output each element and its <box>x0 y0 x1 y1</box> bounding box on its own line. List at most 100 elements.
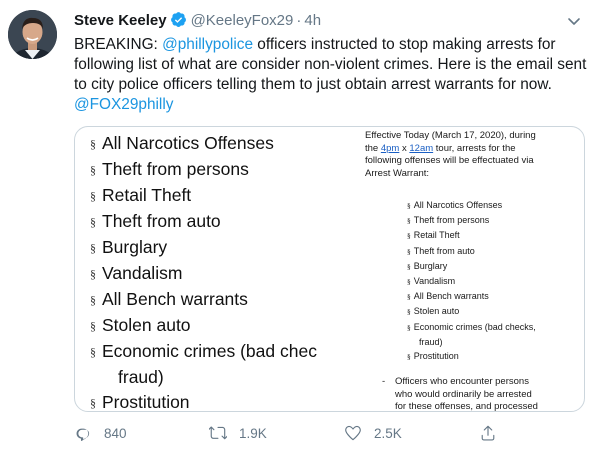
list-item-text: Vandalism <box>413 276 456 287</box>
memo-text: tour, arrests for the <box>433 142 516 154</box>
section-symbol: § <box>90 189 96 203</box>
section-symbol: § <box>90 293 96 307</box>
separator-dot: · <box>296 12 302 29</box>
memo-line: following offenses will be effectuated v… <box>365 155 534 166</box>
memo-line: for these offenses, and processed <box>395 401 538 412</box>
memo-bullet: - <box>382 376 386 387</box>
list-item-text: Retail Theft <box>102 185 192 205</box>
memo-line: who would ordinarily be arrested <box>395 388 532 400</box>
tweet-text: BREAKING: @phillypolice officers instruc… <box>74 35 594 115</box>
list-item-text: Theft from auto <box>102 211 221 231</box>
list-item: § Stolen auto <box>90 313 340 339</box>
mention-link[interactable]: @phillypolice <box>162 36 253 53</box>
list-item: § Retail Theft <box>407 228 582 243</box>
tweet-header: Steve Keeley @KeeleyFox29 · 4h <box>74 11 321 34</box>
section-symbol: § <box>407 246 411 256</box>
tweet-timestamp[interactable]: 4h <box>304 12 321 29</box>
section-symbol: § <box>407 201 411 210</box>
list-item-text: Burglary <box>102 237 168 257</box>
list-item: § All Bench warrants <box>407 289 582 304</box>
section-symbol: § <box>407 322 411 332</box>
memo-footer-text: - Officers who encounter persons who wou… <box>382 376 577 412</box>
section-symbol: § <box>407 261 411 271</box>
list-item: § Burglary <box>90 235 340 261</box>
mention-link[interactable]: @FOX29philly <box>74 96 173 113</box>
list-item: § Theft from auto <box>407 244 582 259</box>
list-item-text: Vandalism <box>102 263 183 283</box>
memo-text: x <box>399 142 410 154</box>
list-item-text: Stolen auto <box>102 315 191 335</box>
retweet-icon <box>209 426 227 440</box>
list-item: § Theft from persons <box>407 213 582 228</box>
offense-list-enlarged: § All Narcotics Offenses § Theft from pers… <box>90 131 340 412</box>
section-symbol: § <box>90 215 96 229</box>
memo-link: 12am <box>409 142 434 154</box>
list-item-text: Theft from persons <box>102 159 249 179</box>
retweet-button[interactable]: 1.9K <box>209 424 267 442</box>
share-button[interactable] <box>479 424 509 442</box>
memo-header-text: Effective Today (March 17, 2020), during… <box>365 130 580 180</box>
list-item-text: All Bench warrants <box>413 291 489 302</box>
list-item: § All Narcotics Offenses <box>407 198 582 213</box>
retweet-count: 1.9K <box>239 425 267 441</box>
list-item-text: Retail Theft <box>413 230 460 241</box>
memo-link: 4pm <box>380 142 400 154</box>
list-item: § All Bench warrants <box>90 287 340 313</box>
offense-list-small: § All Narcotics Offenses § Theft from pers… <box>407 198 582 364</box>
list-item-text: Economic crimes (bad checks, <box>413 321 536 332</box>
section-symbol: § <box>407 292 411 302</box>
image-divider <box>331 127 345 411</box>
chevron-down-icon[interactable] <box>565 12 583 30</box>
list-item-continuation: fraud) <box>118 367 164 387</box>
tweet-actions: 840 1.9K 2.5K <box>74 424 594 446</box>
like-button[interactable]: 2.5K <box>344 424 402 442</box>
list-item: § Theft from auto <box>90 209 340 235</box>
memo-line: Effective Today (March 17, 2020), during <box>365 130 536 141</box>
list-item: § Prostitution <box>407 349 582 364</box>
list-item-text: Prostitution <box>413 351 459 362</box>
section-symbol: § <box>90 137 96 151</box>
list-item: § Vandalism <box>407 274 582 289</box>
list-item: § Economic crimes (bad checks, <box>407 320 582 335</box>
avatar-image <box>8 10 57 59</box>
memo-line: Arrest Warrant: <box>365 167 430 179</box>
list-item: § Prostitution <box>90 390 340 412</box>
tweet-prefix: BREAKING: <box>74 36 163 53</box>
section-symbol: § <box>407 231 411 241</box>
list-item-text: Theft from persons <box>413 215 490 226</box>
section-symbol: § <box>90 267 96 281</box>
author-name[interactable]: Steve Keeley <box>74 12 167 29</box>
author-handle[interactable]: @KeeleyFox29 <box>191 12 294 29</box>
section-symbol: § <box>407 352 411 362</box>
list-item: § All Narcotics Offenses <box>90 131 340 157</box>
reply-button[interactable]: 840 <box>74 424 127 442</box>
list-item-text: All Narcotics Offenses <box>413 200 503 210</box>
share-icon <box>481 425 495 441</box>
memo-text: the <box>365 142 381 154</box>
section-symbol: § <box>90 163 96 177</box>
list-item: § Stolen auto <box>407 304 582 319</box>
verified-badge-icon <box>170 11 187 34</box>
list-item: § Vandalism <box>90 261 340 287</box>
section-symbol: § <box>90 396 96 410</box>
list-item-text: All Narcotics Offenses <box>102 133 274 153</box>
memo-line: the 4pm x 12am tour, arrests for the <box>365 143 580 156</box>
avatar[interactable] <box>8 10 57 59</box>
reply-count: 840 <box>104 425 127 441</box>
list-item-text: Theft from auto <box>413 245 475 256</box>
list-item-continuation: fraud) <box>419 336 443 347</box>
heart-icon <box>345 425 361 441</box>
list-item: § Burglary <box>407 259 582 274</box>
list-item-text: Prostitution <box>102 392 190 412</box>
memo-line: Officers who encounter persons <box>395 376 529 387</box>
list-item-text: Economic crimes (bad chec <box>102 341 317 361</box>
list-item-text: Stolen auto <box>413 306 460 317</box>
list-item: § Economic crimes (bad chec <box>90 339 340 365</box>
section-symbol: § <box>407 216 411 226</box>
list-item: § Theft from persons <box>90 157 340 183</box>
section-symbol: § <box>407 307 411 317</box>
section-symbol: § <box>90 345 96 359</box>
tweet-media-image[interactable]: § All Narcotics Offenses § Theft from pers… <box>74 126 585 412</box>
reply-icon <box>76 428 90 441</box>
section-symbol: § <box>407 277 411 287</box>
